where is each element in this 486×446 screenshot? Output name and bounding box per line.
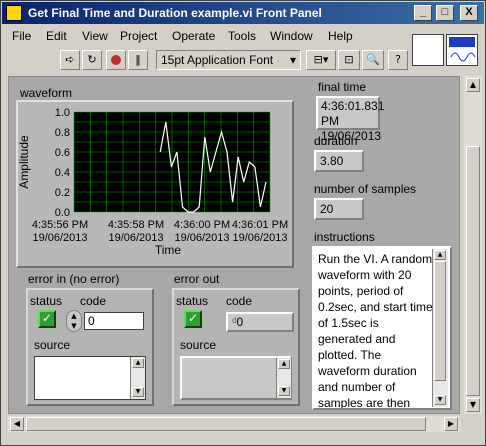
instructions-label: instructions [314, 230, 375, 244]
scroll-right-icon[interactable]: ▶ [444, 417, 458, 431]
x-tick-label-date: 19/06/2013 [232, 232, 287, 244]
error-in-code-stepper[interactable]: ▲ ▼ [66, 310, 82, 332]
scroll-up-icon[interactable]: ▲ [132, 358, 144, 368]
number-of-samples-label: number of samples [314, 182, 417, 196]
menu-file[interactable]: File [12, 29, 31, 43]
close-button[interactable]: X [460, 5, 478, 21]
instructions-scrollbar[interactable]: ▲ ▼ [432, 249, 448, 407]
y-tick-label: 0.6 [55, 147, 70, 159]
scroll-down-icon[interactable]: ▼ [278, 386, 290, 396]
error-out-status-checkmark-icon: ✓ [184, 310, 202, 328]
x-tick-label-time: 4:35:58 PM [108, 219, 164, 231]
scroll-up-icon[interactable]: ▲ [434, 250, 446, 260]
x-axis-label: Time [155, 243, 182, 257]
error-out-code-value: 0 [236, 315, 244, 329]
instructions-textbox[interactable]: Run the VI. A random waveform with 20 po… [312, 246, 452, 410]
duration-label: duration [314, 134, 358, 148]
error-in-code-input[interactable]: 0 [84, 312, 144, 330]
x-tick-label-time: 4:36:00 PM [174, 219, 230, 231]
x-tick-label-date: 19/06/2013 [174, 232, 229, 244]
menu-help[interactable]: Help [328, 29, 353, 43]
y-axis-label: Amplitude [17, 135, 31, 189]
distribute-objects-icon[interactable]: ⊡ [338, 50, 360, 70]
window-vertical-scrollbar[interactable]: ▲ ▼ [464, 76, 482, 414]
run-continuously-icon[interactable]: ↻ [82, 50, 102, 70]
error-in-source-label: source [34, 338, 71, 352]
duration-indicator: 3.80 [314, 150, 364, 172]
final-time-value-line1: 4:36:01.831 PM [321, 99, 385, 128]
vi-icon-blank [412, 34, 444, 66]
align-objects-icon[interactable]: ⊟▾ [306, 50, 336, 70]
x-tick-label-date: 19/06/2013 [32, 232, 87, 244]
menu-window[interactable]: Window [270, 29, 313, 43]
error-in-label: error in (no error) [28, 272, 120, 286]
menu-edit[interactable]: Edit [46, 29, 67, 43]
menu-view[interactable]: View [82, 29, 108, 43]
x-tick-label-time: 4:36:01 PM [232, 219, 288, 231]
run-arrow-icon[interactable]: ➪ [60, 50, 80, 70]
minimize-button[interactable]: _ [414, 5, 432, 21]
error-in-code-value: 0 [88, 314, 95, 328]
error-out-source-label: source [180, 338, 217, 352]
error-in-source-scrollbar[interactable]: ▲ ▼ [130, 357, 145, 399]
y-tick-label: 0.2 [55, 187, 70, 199]
help-icon[interactable]: ? [388, 50, 408, 70]
title-bar[interactable]: Get Final Time and Duration example.vi F… [2, 2, 484, 24]
y-tick-label: 1.0 [55, 107, 70, 119]
x-tick-label-time: 4:35:56 PM [32, 219, 88, 231]
instructions-text: Run the VI. A random waveform with 20 po… [318, 252, 433, 410]
window-hscroll-thumb[interactable] [26, 417, 426, 431]
scroll-down-icon[interactable]: ▼ [466, 398, 480, 412]
error-in-code-label: code [80, 294, 107, 308]
error-out-code-indicator: ᵈ0 [226, 312, 294, 332]
final-time-indicator: 4:36:01.831 PM 19/06/2013 [316, 96, 385, 143]
error-in-status-checkmark-icon[interactable]: ✓ [38, 310, 56, 328]
window-horizontal-scrollbar[interactable]: ◀ ▶ [8, 416, 460, 432]
toolbar: ➪ ↻ ‖ 15pt Application Font ▾ ⊟▾ ⊡ 🔍 ? [2, 48, 410, 74]
scroll-thumb[interactable] [434, 261, 446, 381]
menu-tools[interactable]: Tools [228, 29, 256, 43]
window-title: Get Final Time and Duration example.vi F… [28, 6, 322, 20]
error-out-code-label: code [226, 294, 253, 308]
y-tick-label: 0.4 [55, 167, 70, 179]
y-tick-label: 0.0 [55, 207, 70, 219]
y-tick-label: 0.8 [55, 127, 70, 139]
pause-icon[interactable]: ‖ [128, 50, 148, 70]
waveform-plot-area: 1.00.80.60.40.20.04:35:56 PM19/06/20134:… [17, 107, 288, 257]
maximize-button[interactable]: □ [436, 5, 454, 21]
scroll-left-icon[interactable]: ◀ [10, 417, 24, 431]
error-out-status-label: status [176, 294, 209, 308]
search-icon[interactable]: 🔍 [362, 50, 384, 70]
scroll-up-icon[interactable]: ▲ [278, 359, 290, 369]
duration-value: 3.80 [320, 154, 344, 168]
font-select[interactable]: 15pt Application Font ▾ [156, 50, 301, 70]
abort-icon[interactable] [106, 50, 126, 70]
number-of-samples-indicator: 20 [314, 198, 364, 220]
error-in-status-label: status [30, 294, 63, 308]
waveform-label: waveform [20, 86, 73, 100]
menu-operate[interactable]: Operate [172, 29, 215, 43]
scroll-up-icon[interactable]: ▲ [466, 78, 480, 92]
vi-connector-icon [446, 34, 478, 66]
scroll-down-icon[interactable]: ▼ [434, 395, 446, 405]
labview-vi-icon [6, 5, 22, 21]
menu-project[interactable]: Project [120, 29, 157, 43]
number-of-samples-value: 20 [320, 202, 334, 216]
error-out-label: error out [174, 272, 220, 286]
final-time-label: final time [318, 80, 367, 94]
window-scroll-thumb[interactable] [466, 146, 480, 396]
font-select-value: 15pt Application Font [161, 53, 274, 67]
error-out-source-scrollbar[interactable]: ▲ ▼ [276, 358, 291, 398]
scroll-down-icon[interactable]: ▼ [132, 387, 144, 397]
chevron-down-icon: ▾ [289, 53, 296, 67]
